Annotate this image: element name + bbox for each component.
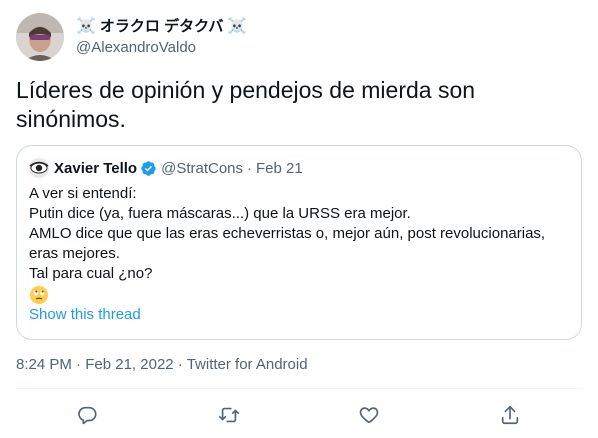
skull-emoji-right: ☠️: [227, 17, 248, 35]
quoted-tweet-body: A ver si entendí: Putin dice (ya, fuera …: [29, 184, 569, 305]
quoted-line: Tal para cual ¿no?: [29, 265, 153, 282]
eye-roll-emoji-icon: [29, 285, 49, 305]
reply-button[interactable]: [74, 402, 100, 428]
divider: [16, 388, 582, 389]
author-display-name[interactable]: ☠️ オラクロ デタクバ ☠️: [76, 17, 247, 37]
tweet-text: Líderes de opinión y pendejos de mierda …: [16, 77, 476, 132]
quoted-line: A ver si entendí:: [29, 185, 137, 202]
tweet-header: ☠️ オラクロ デタクバ ☠️ @AlexandroValdo: [16, 12, 247, 62]
quoted-line: AMLO dice que que las eras echeverristas…: [29, 225, 546, 242]
author-avatar[interactable]: [16, 13, 64, 61]
tweet-actions: [0, 400, 598, 430]
like-button[interactable]: [356, 402, 382, 428]
author-name-text: オラクロ デタクバ: [99, 17, 224, 35]
retweet-icon: [219, 407, 239, 423]
meta-separator: ·: [71, 356, 86, 373]
quoted-author-avatar: [29, 158, 49, 178]
share-button[interactable]: [497, 402, 523, 428]
verified-badge-icon: [140, 160, 157, 177]
share-icon: [501, 405, 519, 425]
quoted-line: Putin dice (ya, fuera máscaras...) que l…: [29, 205, 411, 222]
separator-dot: ·: [247, 159, 253, 177]
tweet-source[interactable]: Twitter for Android: [187, 356, 308, 373]
retweet-button[interactable]: [216, 402, 242, 428]
meta-separator: ·: [173, 356, 187, 373]
tweet-time[interactable]: 8:24 PM: [16, 356, 72, 373]
quoted-tweet-card[interactable]: Xavier Tello @StratCons · Feb 21 A ver s…: [16, 145, 582, 340]
reply-icon: [78, 406, 97, 425]
heart-icon: [359, 407, 379, 424]
quoted-author-handle: @StratCons: [161, 159, 244, 177]
quoted-tweet-date[interactable]: Feb 21: [256, 160, 303, 177]
tweet-date[interactable]: Feb 21, 2022: [85, 356, 173, 373]
tweet-meta: 8:24 PM · Feb 21, 2022 · Twitter for And…: [16, 356, 308, 373]
quoted-line: eras mejores.: [29, 245, 120, 262]
quoted-tweet-header: Xavier Tello @StratCons · Feb 21: [29, 158, 569, 178]
author-handle[interactable]: @AlexandroValdo: [76, 38, 247, 58]
quoted-author-name: Xavier Tello: [54, 159, 138, 177]
show-thread-link[interactable]: Show this thread: [29, 306, 141, 323]
skull-emoji-left: ☠️: [76, 17, 96, 35]
